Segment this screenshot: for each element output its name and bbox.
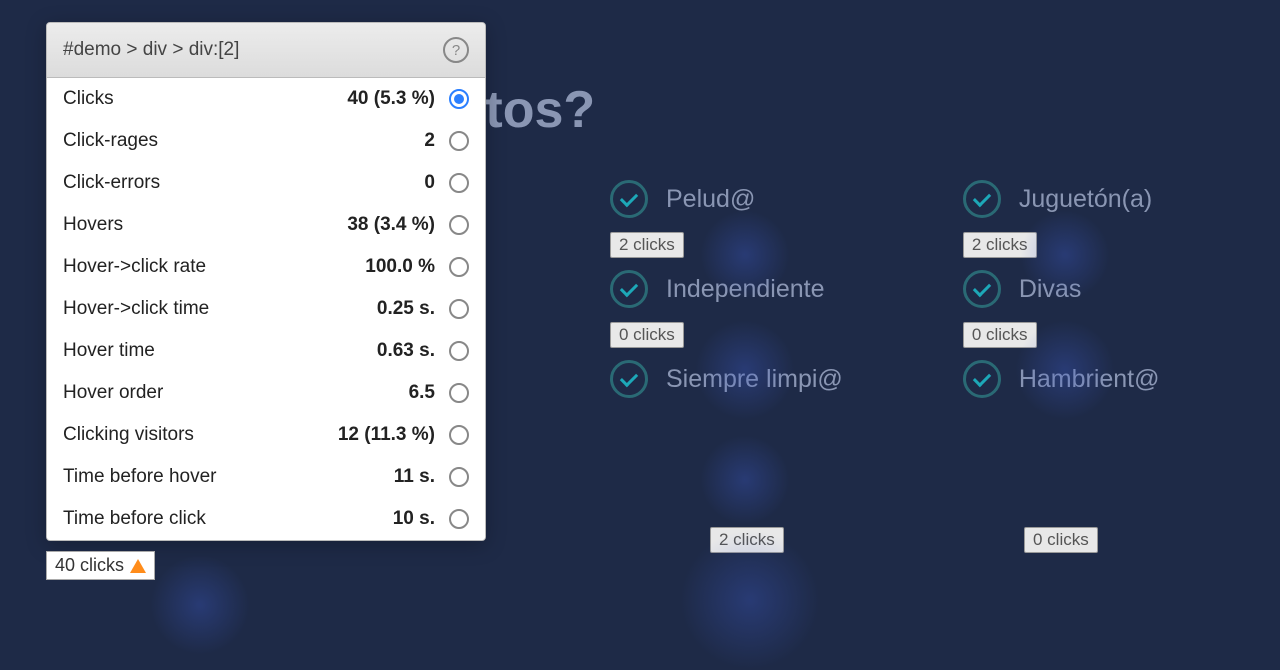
check-icon	[610, 180, 648, 218]
check-icon	[610, 360, 648, 398]
metric-row[interactable]: Hover order6.5	[47, 372, 485, 414]
metric-value: 6.5	[409, 382, 435, 404]
metric-radio[interactable]	[449, 467, 469, 487]
metric-label: Hover order	[63, 382, 409, 404]
click-count-badge: 0 clicks	[963, 322, 1037, 348]
feature-label: Independiente	[666, 275, 824, 304]
feature-label: Hambrient@	[1019, 365, 1160, 394]
triangle-up-icon	[130, 559, 146, 573]
metric-row[interactable]: Hover time0.63 s.	[47, 330, 485, 372]
feature-item-jugueton[interactable]: Juguetón(a)	[963, 180, 1160, 218]
metric-row[interactable]: Hovers38 (3.4 %)	[47, 204, 485, 246]
feature-column-1: Pelud@ 2 clicks Independiente 0 clicks S…	[610, 180, 843, 404]
feature-label: Siempre limpi@	[666, 365, 843, 394]
feature-label: Pelud@	[666, 185, 755, 214]
metric-label: Hover->click rate	[63, 256, 365, 278]
metric-value: 100.0 %	[365, 256, 435, 278]
metric-value: 0	[424, 172, 435, 194]
metric-radio[interactable]	[449, 131, 469, 151]
metric-value: 12 (11.3 %)	[338, 424, 435, 446]
metric-row[interactable]: Click-errors0	[47, 162, 485, 204]
metric-value: 2	[424, 130, 435, 152]
metric-value: 0.25 s.	[377, 298, 435, 320]
check-icon	[963, 270, 1001, 308]
feature-item-siempre-limpio[interactable]: 0 clicks Siempre limpi@	[610, 360, 843, 398]
help-icon[interactable]: ?	[443, 37, 469, 63]
metric-label: Hovers	[63, 214, 347, 236]
metric-row[interactable]: Click-rages2	[47, 120, 485, 162]
metric-value: 10 s.	[393, 508, 435, 530]
metric-value: 38 (3.4 %)	[347, 214, 435, 236]
metrics-list: Clicks40 (5.3 %)Click-rages2Click-errors…	[47, 78, 485, 540]
click-count-badge: 2 clicks	[610, 232, 684, 258]
metric-radio[interactable]	[449, 383, 469, 403]
feature-item-peludo[interactable]: Pelud@	[610, 180, 843, 218]
metric-row[interactable]: Clicking visitors12 (11.3 %)	[47, 414, 485, 456]
feature-item-hambriento[interactable]: 0 clicks Hambrient@	[963, 360, 1160, 398]
feature-label: Juguetón(a)	[1019, 185, 1152, 214]
metric-label: Time before click	[63, 508, 393, 530]
metric-label: Clicking visitors	[63, 424, 338, 446]
metric-radio[interactable]	[449, 425, 469, 445]
metric-row[interactable]: Clicks40 (5.3 %)	[47, 78, 485, 120]
metric-label: Hover->click time	[63, 298, 377, 320]
metric-value: 11 s.	[394, 466, 435, 488]
panel-header: #demo > div > div:[2] ?	[47, 23, 485, 78]
metric-radio[interactable]	[449, 173, 469, 193]
check-icon	[963, 180, 1001, 218]
metric-row[interactable]: Hover->click rate100.0 %	[47, 246, 485, 288]
badge-text: 40 clicks	[55, 555, 124, 576]
metric-row[interactable]: Hover->click time0.25 s.	[47, 288, 485, 330]
feature-item-divas[interactable]: 2 clicks Divas	[963, 270, 1160, 308]
feature-item-independiente[interactable]: 2 clicks Independiente	[610, 270, 843, 308]
click-count-badge: 2 clicks	[710, 527, 784, 553]
metric-value: 0.63 s.	[377, 340, 435, 362]
metric-label: Clicks	[63, 88, 347, 110]
metric-radio[interactable]	[449, 257, 469, 277]
feature-column-2: Juguetón(a) 2 clicks Divas 0 clicks Hamb…	[963, 180, 1160, 404]
click-count-badge: 0 clicks	[610, 322, 684, 348]
selected-element-badge: 40 clicks	[46, 551, 155, 580]
metric-radio[interactable]	[449, 89, 469, 109]
metric-value: 40 (5.3 %)	[347, 88, 435, 110]
check-icon	[963, 360, 1001, 398]
check-icon	[610, 270, 648, 308]
metric-radio[interactable]	[449, 509, 469, 529]
metric-label: Click-rages	[63, 130, 424, 152]
click-count-badge: 0 clicks	[1024, 527, 1098, 553]
metric-label: Time before hover	[63, 466, 394, 488]
click-count-badge: 2 clicks	[963, 232, 1037, 258]
metric-label: Click-errors	[63, 172, 424, 194]
metrics-panel: #demo > div > div:[2] ? Clicks40 (5.3 %)…	[46, 22, 486, 541]
css-selector-path: #demo > div > div:[2]	[63, 39, 239, 61]
metric-radio[interactable]	[449, 215, 469, 235]
metric-radio[interactable]	[449, 341, 469, 361]
metric-row[interactable]: Time before click10 s.	[47, 498, 485, 540]
metric-label: Hover time	[63, 340, 377, 362]
metric-radio[interactable]	[449, 299, 469, 319]
metric-row[interactable]: Time before hover11 s.	[47, 456, 485, 498]
feature-label: Divas	[1019, 275, 1082, 304]
